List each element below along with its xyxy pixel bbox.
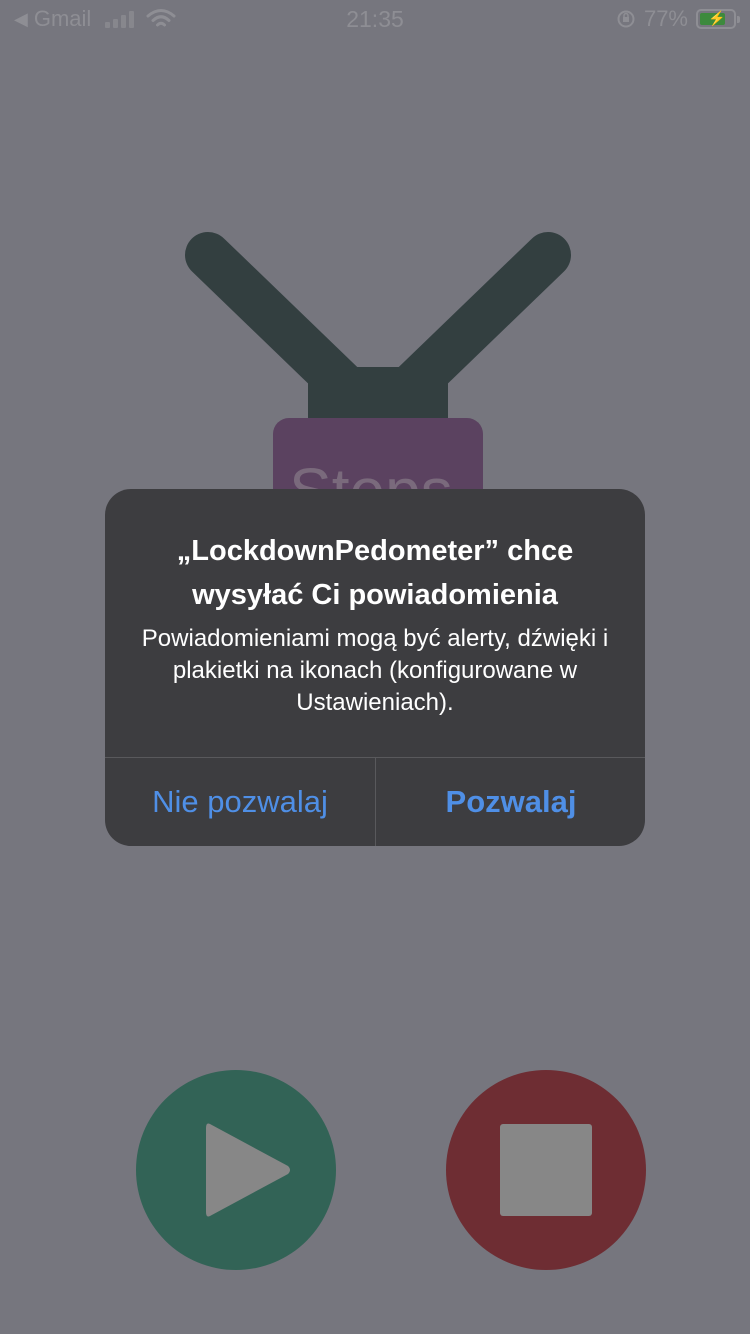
alert-message: Powiadomieniami mogą być alerty, dźwięki…	[141, 625, 609, 716]
allow-button[interactable]: Pozwalaj	[376, 758, 645, 846]
orientation-lock-icon	[617, 10, 635, 28]
lanyard-icon	[185, 232, 571, 430]
charging-bolt-icon: ⚡	[708, 10, 726, 26]
deny-button[interactable]: Nie pozwalaj	[105, 758, 375, 846]
status-bar: ◀ Gmail 21:35 77% ⚡	[0, 0, 750, 40]
alert-title: „LockdownPedometer” chce wysyłać Ci powi…	[176, 535, 574, 611]
battery-icon: ⚡	[696, 9, 740, 29]
battery-percent: 77%	[643, 6, 688, 31]
stop-button[interactable]	[446, 1070, 646, 1270]
play-icon	[206, 1123, 290, 1217]
notification-permission-alert: „LockdownPedometer” chce wysyłać Ci powi…	[105, 489, 645, 846]
play-button[interactable]	[136, 1070, 336, 1270]
stop-icon	[500, 1124, 592, 1216]
